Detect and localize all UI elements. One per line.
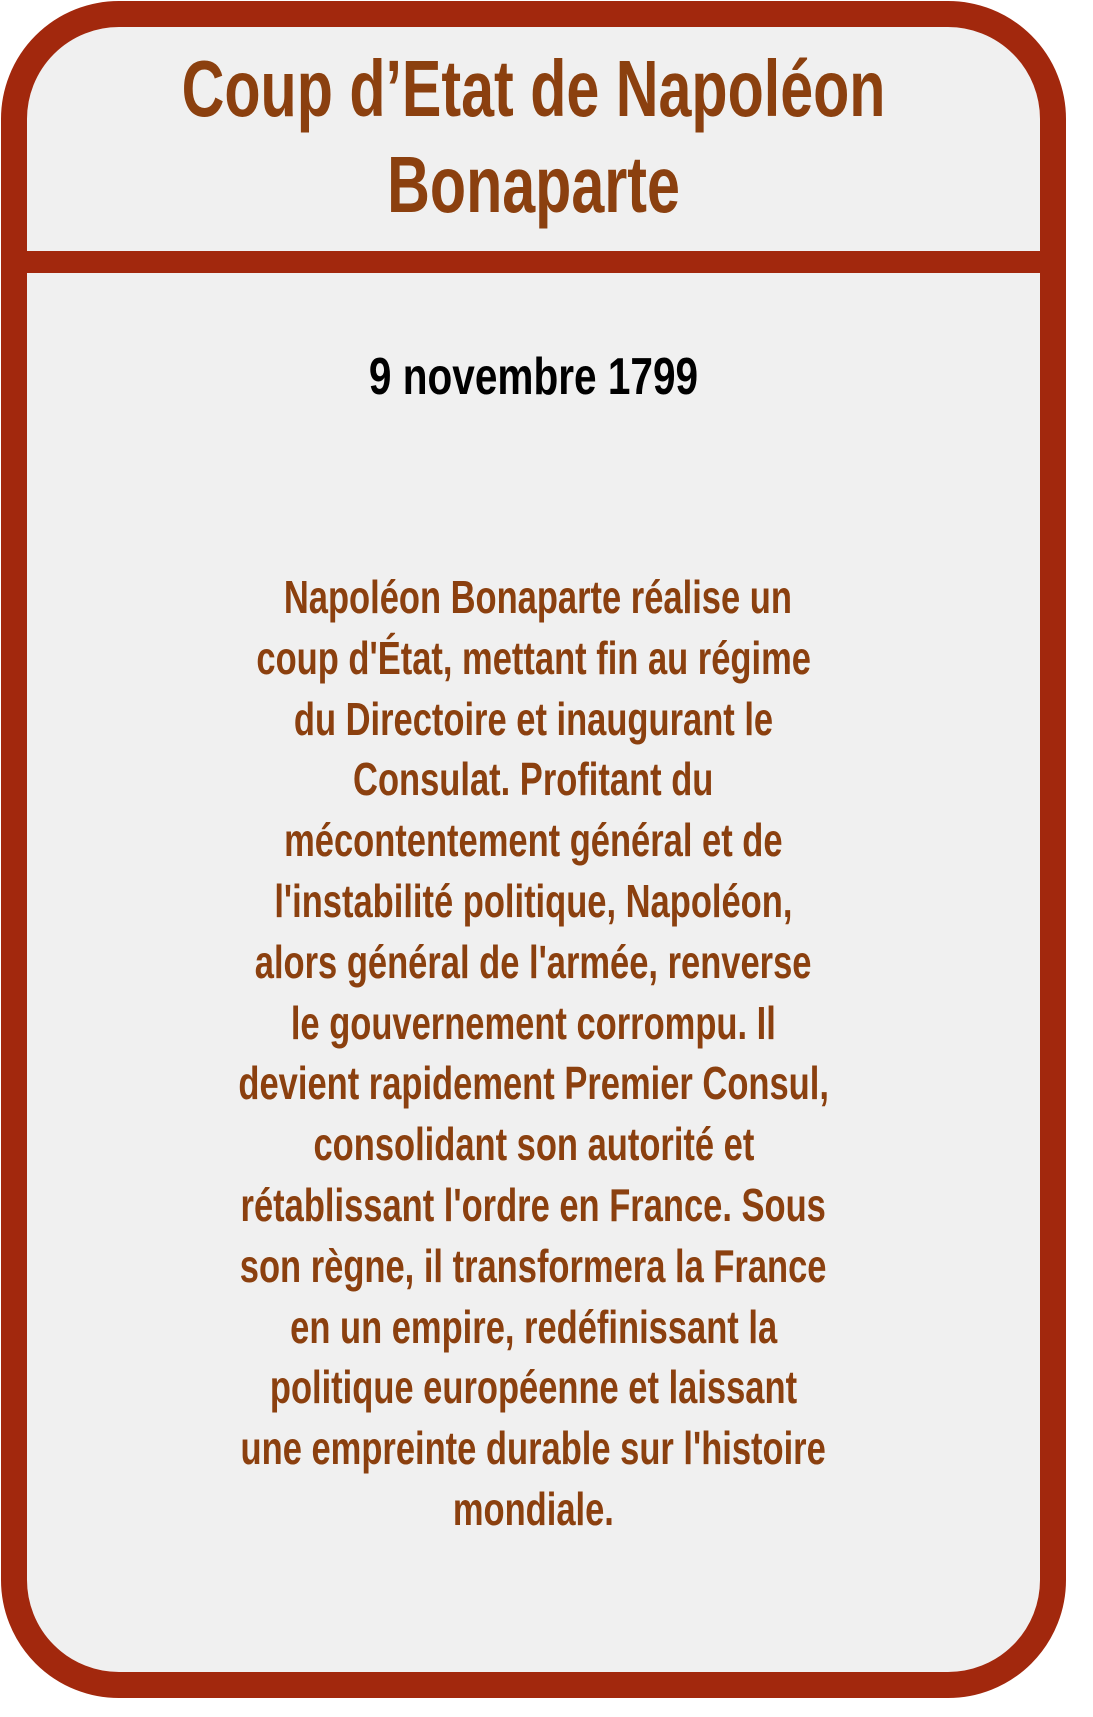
title-line-1: Coup d’Etat de Napoléon — [181, 44, 886, 133]
description-line: son règne, il transformera la France — [240, 1239, 827, 1292]
description-line: consolidant son autorité et — [313, 1118, 754, 1171]
description-line: du Directoire et inaugurant le — [293, 692, 774, 745]
description-line: politique européenne et laissant — [269, 1361, 798, 1414]
description-line: l'instabilité politique, Napoléon, — [274, 874, 793, 927]
description-line: devient rapidement Premier Consul, — [238, 1057, 829, 1110]
description-line: Napoléon Bonaparte réalise un — [274, 571, 793, 623]
event-description: Napoléon Bonaparte réalise un coup d'Éta… — [27, 567, 1040, 1540]
title-area: Coup d’Etat de Napoléon Bonaparte — [27, 27, 1040, 247]
description-line: Consulat. Profitant du — [353, 753, 714, 806]
event-date: 9 novembre 1799 — [368, 348, 699, 406]
description-line: une empreinte durable sur l'histoire — [240, 1422, 827, 1475]
title-line-2: Bonaparte — [387, 140, 680, 229]
description-line: mécontentement général et de — [284, 814, 783, 867]
description-line: en un empire, redéfinissant la — [290, 1300, 777, 1353]
description-line: rétablissant l'ordre en France. Sous — [240, 1178, 827, 1231]
description-line: coup d'État, mettant fin au régime — [256, 631, 811, 684]
description-line: alors général de l'armée, renverse — [255, 935, 812, 988]
description-line: le gouvernement corrompu. Il — [290, 996, 777, 1049]
event-card: Coup d’Etat de Napoléon Bonaparte 9 nove… — [1, 1, 1066, 1698]
description-line: mondiale. — [452, 1482, 615, 1535]
event-title: Coup d’Etat de Napoléon Bonaparte — [182, 41, 886, 233]
title-divider — [27, 251, 1040, 273]
